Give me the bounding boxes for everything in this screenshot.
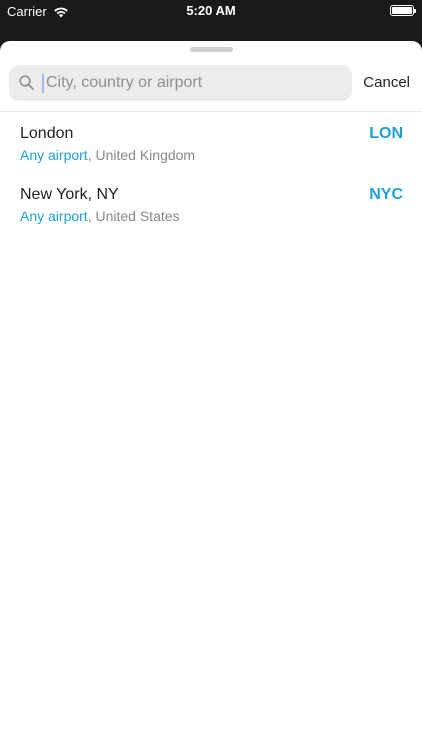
- result-country: , United Kingdom: [87, 147, 196, 163]
- results-list: London Any airport, United Kingdom LON N…: [0, 121, 422, 243]
- any-airport-label: Any airport: [20, 147, 88, 163]
- result-code: NYC: [369, 186, 403, 203]
- result-name: London: [20, 125, 74, 142]
- divider: [0, 111, 422, 112]
- result-code: LON: [369, 125, 403, 142]
- search-icon: [19, 75, 34, 90]
- search-row: Cancel: [0, 65, 422, 102]
- status-bar: Carrier 5:20 AM: [0, 0, 422, 22]
- list-item[interactable]: London Any airport, United Kingdom LON: [0, 121, 422, 182]
- text-cursor: [42, 74, 44, 93]
- cancel-button[interactable]: Cancel: [363, 74, 410, 91]
- result-subtitle: Any airport, United Kingdom: [20, 147, 195, 163]
- battery-icon: [390, 5, 416, 16]
- search-box[interactable]: [9, 65, 352, 101]
- sheet-grabber[interactable]: [190, 47, 233, 52]
- list-item[interactable]: New York, NY Any airport, United States …: [0, 182, 422, 243]
- result-country: , United States: [87, 208, 180, 224]
- search-input[interactable]: [46, 65, 346, 101]
- any-airport-label: Any airport: [20, 208, 88, 224]
- clock: 5:20 AM: [186, 3, 236, 18]
- result-name: New York, NY: [20, 186, 119, 203]
- result-subtitle: Any airport, United States: [20, 208, 180, 224]
